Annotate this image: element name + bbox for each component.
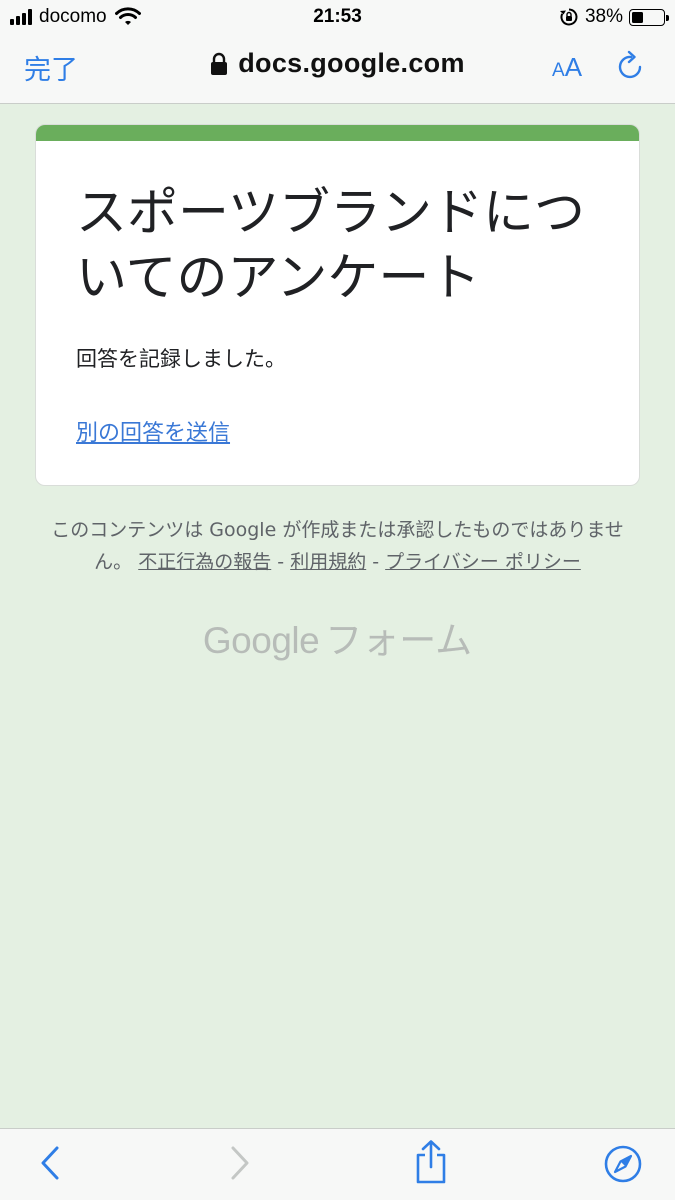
battery-percent: 38% xyxy=(584,6,623,27)
card-accent-bar xyxy=(36,125,639,141)
disclaimer: このコンテンツは Google が作成または承認したものではありません。 不正行… xyxy=(40,514,635,578)
separator: - xyxy=(372,551,380,573)
report-abuse-link[interactable]: 不正行為の報告 xyxy=(138,551,271,573)
browser-bottom-toolbar xyxy=(0,1128,675,1200)
logo-forms-word: フォーム xyxy=(325,619,473,662)
submit-another-response-link[interactable]: 別の回答を送信 xyxy=(76,415,230,447)
text-size-button[interactable]: AA xyxy=(552,52,582,83)
separator: - xyxy=(277,551,285,573)
confirmation-message: 回答を記録しました。 xyxy=(76,347,286,371)
battery-icon xyxy=(629,8,669,26)
rotation-lock-icon xyxy=(559,8,578,26)
forward-chevron-icon[interactable] xyxy=(228,1145,252,1181)
form-confirmation-card: スポーツブランドについてのアンケート 回答を記録しました。 別の回答を送信 xyxy=(35,124,640,486)
status-bar: docomo 21:53 38% xyxy=(0,0,675,34)
safari-compass-icon[interactable] xyxy=(603,1144,643,1184)
reload-icon[interactable] xyxy=(616,50,646,82)
share-icon[interactable] xyxy=(413,1139,449,1185)
status-right: 38% xyxy=(559,6,669,28)
url-text: docs.google.com xyxy=(238,48,465,78)
battery-fill xyxy=(632,11,644,23)
back-chevron-icon[interactable] xyxy=(38,1145,62,1181)
browser-top-bar: 完了 docs.google.com AA xyxy=(0,34,675,104)
privacy-policy-link[interactable]: プライバシー ポリシー xyxy=(385,551,581,573)
terms-link[interactable]: 利用規約 xyxy=(290,551,366,573)
logo-google-word: Google xyxy=(202,620,320,661)
form-title: スポーツブランドについてのアンケート xyxy=(76,184,585,308)
lock-icon xyxy=(211,52,228,75)
google-forms-logo[interactable]: Google フォーム xyxy=(0,610,675,664)
